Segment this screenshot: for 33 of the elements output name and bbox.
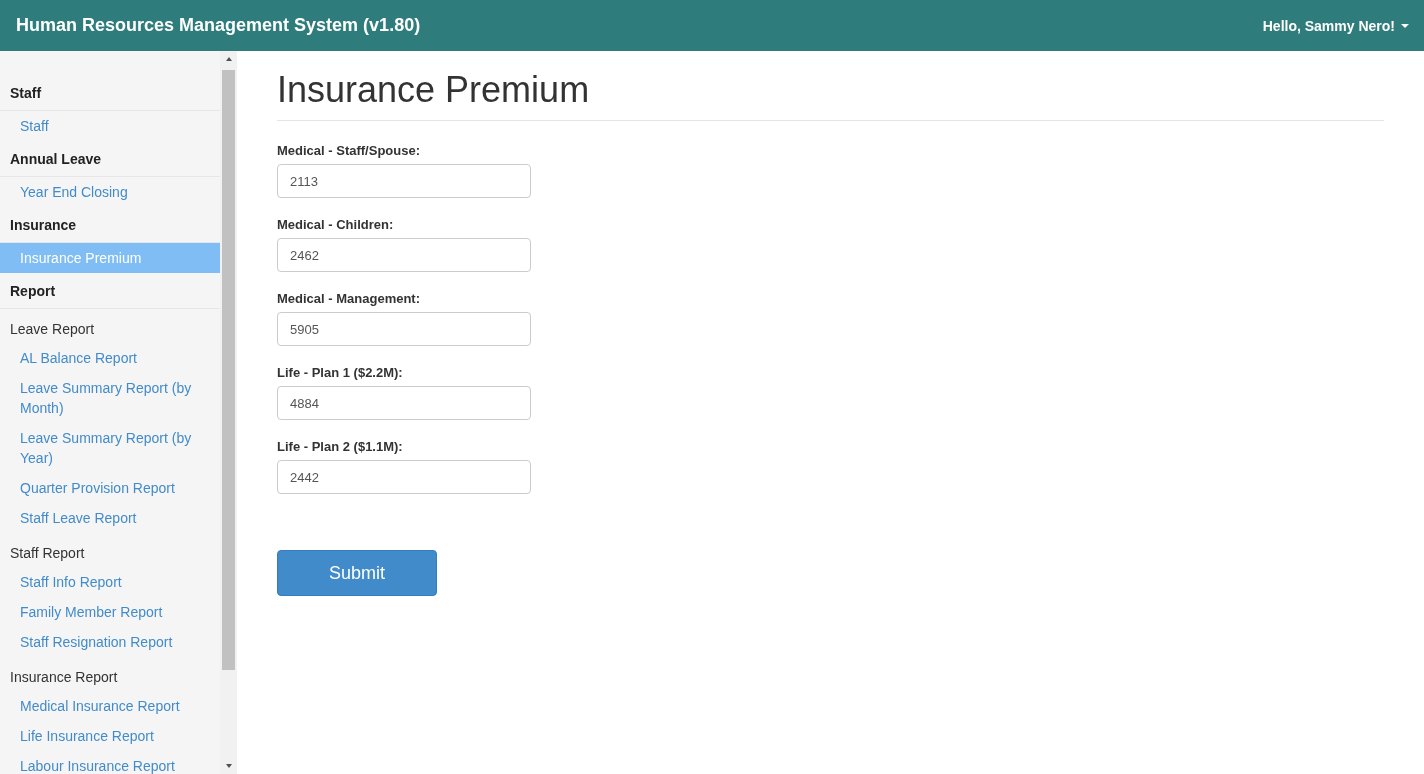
field-label: Medical - Management: — [277, 291, 421, 306]
input-field[interactable]: 2442 — [277, 460, 531, 494]
input-field[interactable]: 2462 — [277, 238, 531, 272]
sidebar-link[interactable]: Staff Info Report — [0, 567, 220, 597]
app-title: Human Resources Management System (v1.80) — [16, 15, 421, 36]
field-label: Medical - Children: — [277, 217, 394, 232]
sidebar-link[interactable]: Year End Closing — [0, 177, 220, 207]
group-heading: Leave Report — [9, 320, 96, 339]
page-heading: Insurance Premium — [277, 69, 1384, 121]
sidebar-link[interactable]: AL Balance Report — [0, 343, 220, 373]
sidebar-link[interactable]: Life Insurance Report — [0, 721, 220, 751]
field-label: Life - Plan 2 ($1.1M): — [277, 439, 403, 454]
group-heading: Staff Report — [9, 544, 86, 563]
scrollbar[interactable] — [220, 51, 237, 774]
field-label: Medical - Staff/Spouse: — [277, 143, 421, 158]
sidebar-link[interactable]: Staff — [0, 111, 220, 141]
input-field[interactable]: 5905 — [277, 312, 531, 346]
sidebar-link[interactable]: Quarter Provision Report — [0, 473, 220, 503]
sidebar-link[interactable]: Staff Resignation Report — [0, 627, 220, 657]
field-label: Life - Plan 1 ($2.2M): — [277, 365, 403, 380]
submit-button[interactable]: Submit — [277, 550, 437, 596]
input-field[interactable]: 2113 — [277, 164, 531, 198]
user-menu[interactable]: Hello, Sammy Nero! — [1262, 17, 1409, 34]
sidebar-link[interactable]: Leave Summary Report (by Year) — [0, 423, 220, 473]
sidebar-link[interactable]: Insurance Premium — [0, 243, 220, 273]
sidebar-link[interactable]: Staff Leave Report — [0, 503, 220, 533]
sidebar-link[interactable]: Medical Insurance Report — [0, 691, 220, 721]
input-field[interactable]: 4884 — [277, 386, 531, 420]
sidebar-link[interactable]: Labour Insurance Report — [0, 751, 220, 774]
sidebar-link[interactable]: Family Member Report — [0, 597, 220, 627]
group-heading: Insurance Report — [9, 668, 119, 687]
caret-icon — [1401, 23, 1409, 28]
sidebar-link[interactable]: Leave Summary Report (by Month) — [0, 373, 220, 423]
